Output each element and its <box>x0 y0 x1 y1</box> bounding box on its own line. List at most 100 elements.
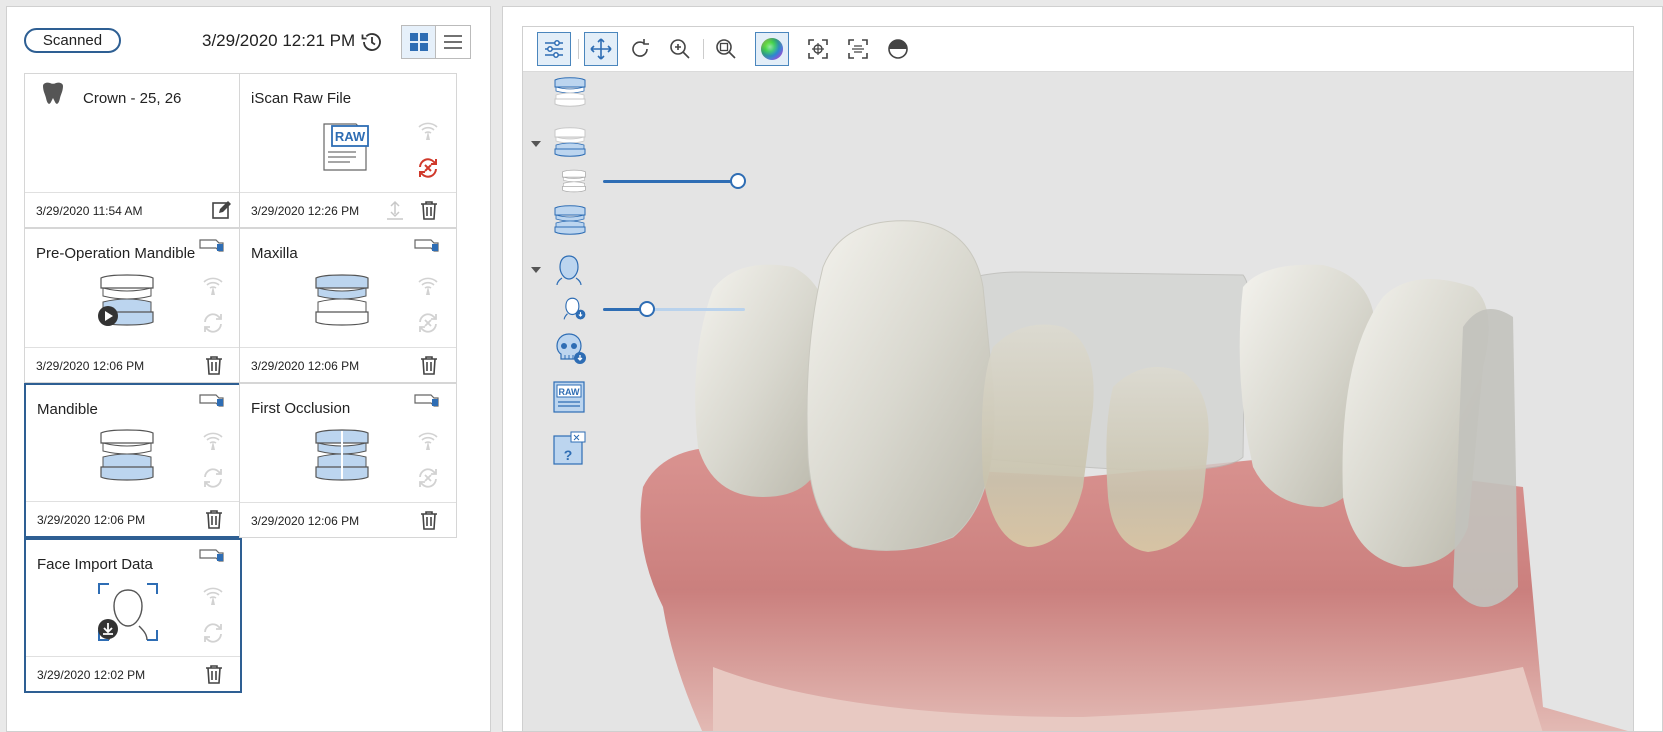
color-texture-button[interactable] <box>755 32 789 66</box>
list-view-button[interactable] <box>436 26 470 58</box>
layer-help-label: ? <box>564 447 573 463</box>
dental-model-render[interactable] <box>523 27 1634 732</box>
scan-card-first-occlusion[interactable]: First Occlusion 3/29/2020 12:06 PM <box>239 383 457 538</box>
card-title: Maxilla <box>251 245 298 262</box>
3d-viewport[interactable]: RAW ? <box>522 26 1634 732</box>
transparency-button[interactable] <box>881 32 915 66</box>
card-title: First Occlusion <box>251 400 351 417</box>
card-footer: 3/29/2020 12:06 PM <box>26 501 240 536</box>
pan-button[interactable] <box>584 32 618 66</box>
collapse-mandible-group-toggle[interactable] <box>531 141 541 147</box>
layer-pre-op-mandible-icon[interactable] <box>561 169 587 193</box>
card-date: 3/29/2020 12:06 PM <box>251 514 360 528</box>
scan-card-mandible[interactable]: Mandible 3/29/2020 12:06 PM <box>24 383 242 538</box>
rotate-button[interactable] <box>623 32 657 66</box>
layer-raw-label: RAW <box>559 387 581 397</box>
crown-tooth-icon <box>43 82 63 104</box>
card-date: 3/29/2020 12:06 PM <box>36 359 145 373</box>
card-footer: 3/29/2020 12:06 PM <box>240 502 456 537</box>
card-date: 3/29/2020 12:06 PM <box>37 513 146 527</box>
toolbar-separator <box>578 39 579 59</box>
case-datetime: 3/29/2020 12:21 PM <box>202 31 356 50</box>
layer-face-scan-icon[interactable] <box>561 295 587 321</box>
zoom-fit-button[interactable] <box>709 32 743 66</box>
trash-icon[interactable] <box>203 354 225 376</box>
export-icon[interactable] <box>384 199 406 221</box>
scan-card-face-import-data[interactable]: Face Import Data 3/29/2020 12:02 PM <box>24 538 242 693</box>
layer-mandible-group-icon[interactable] <box>553 127 587 157</box>
wifi-icon <box>418 432 438 450</box>
scanner-icon <box>414 239 439 252</box>
play-icon[interactable] <box>97 305 119 327</box>
trash-icon[interactable] <box>418 199 440 221</box>
section-view-button[interactable] <box>841 32 875 66</box>
import-icon[interactable] <box>97 618 119 640</box>
card-footer: 3/29/2020 12:26 PM <box>240 192 456 227</box>
card-title: Face Import Data <box>37 556 153 573</box>
card-date: 3/29/2020 12:02 PM <box>37 668 146 682</box>
grid-view-button[interactable] <box>402 26 436 58</box>
target-icon <box>808 39 828 59</box>
wifi-icon <box>203 277 223 295</box>
edit-icon[interactable] <box>211 199 233 221</box>
scan-card-maxilla[interactable]: Maxilla 3/29/2020 12:06 PM <box>239 228 457 383</box>
history-icon[interactable] <box>360 30 384 54</box>
scan-card-iscan-raw[interactable]: iScan Raw File RAW 3/29/2020 12:26 PM <box>239 73 457 228</box>
status-filter-label: Scanned <box>42 32 103 49</box>
sync-disabled-icon <box>419 468 437 488</box>
grid-icon <box>409 33 428 51</box>
card-footer: 3/29/2020 11:54 AM <box>25 192 241 227</box>
maxilla-thumb-icon <box>315 274 369 326</box>
half-circle-icon <box>888 39 908 59</box>
mandible-opacity-slider-knob[interactable] <box>730 173 746 189</box>
collapse-face-group-toggle[interactable] <box>531 267 541 273</box>
layer-face-group-icon[interactable] <box>553 253 585 285</box>
raw-file-icon: RAW <box>323 123 369 171</box>
sync-icon <box>204 468 222 488</box>
layer-raw-file-icon[interactable]: RAW <box>553 381 585 413</box>
layer-cbct-skull-icon[interactable] <box>553 331 587 365</box>
card-footer: 3/29/2020 12:06 PM <box>25 347 241 382</box>
sync-error-icon[interactable] <box>416 156 440 180</box>
viewer-toolbar <box>523 27 1633 72</box>
card-title: Crown - 25, 26 <box>83 90 182 107</box>
card-date: 3/29/2020 11:54 AM <box>36 204 143 218</box>
zoom-fit-icon <box>716 39 736 59</box>
sync-disabled-icon <box>419 313 437 333</box>
card-title: Mandible <box>37 401 98 418</box>
layer-unknown-data-icon[interactable]: ? <box>553 431 587 465</box>
scan-list-header: Scanned 3/29/2020 12:21 PM <box>7 7 490 77</box>
mandible-opacity-slider[interactable] <box>603 180 738 183</box>
trash-icon[interactable] <box>203 508 225 530</box>
trash-icon[interactable] <box>203 663 225 685</box>
card-footer: 3/29/2020 12:02 PM <box>26 656 240 691</box>
sliders-icon <box>545 40 563 58</box>
card-date: 3/29/2020 12:26 PM <box>251 204 360 218</box>
scanner-icon <box>414 394 439 407</box>
focus-point-button[interactable] <box>801 32 835 66</box>
layer-maxilla-icon[interactable] <box>553 77 587 107</box>
card-date: 3/29/2020 12:06 PM <box>251 359 360 373</box>
card-footer: 3/29/2020 12:06 PM <box>240 347 456 382</box>
zoom-button[interactable] <box>663 32 697 66</box>
zoom-in-icon <box>670 39 690 59</box>
color-wheel-icon <box>761 38 783 60</box>
layer-occlusion-icon[interactable] <box>553 205 587 235</box>
view-mode-toggle <box>401 25 471 59</box>
trash-icon[interactable] <box>418 509 440 531</box>
status-filter-button[interactable]: Scanned <box>24 28 121 53</box>
scan-card-crown[interactable]: Crown - 25, 26 3/29/2020 11:54 AM <box>24 73 242 228</box>
wifi-icon <box>418 277 438 295</box>
wifi-icon <box>203 587 223 605</box>
face-opacity-slider-knob[interactable] <box>639 301 656 317</box>
card-title: iScan Raw File <box>251 90 352 107</box>
list-icon <box>444 35 462 49</box>
scanner-icon <box>199 239 224 252</box>
scanner-icon <box>199 394 224 407</box>
scan-card-pre-operation-mandible[interactable]: Pre-Operation Mandible 3/29/2020 12:06 P… <box>24 228 242 383</box>
display-settings-button[interactable] <box>537 32 571 66</box>
wifi-icon <box>203 432 223 450</box>
raw-label: RAW <box>335 129 366 144</box>
occlusion-thumb-icon <box>315 429 369 481</box>
trash-icon[interactable] <box>418 354 440 376</box>
